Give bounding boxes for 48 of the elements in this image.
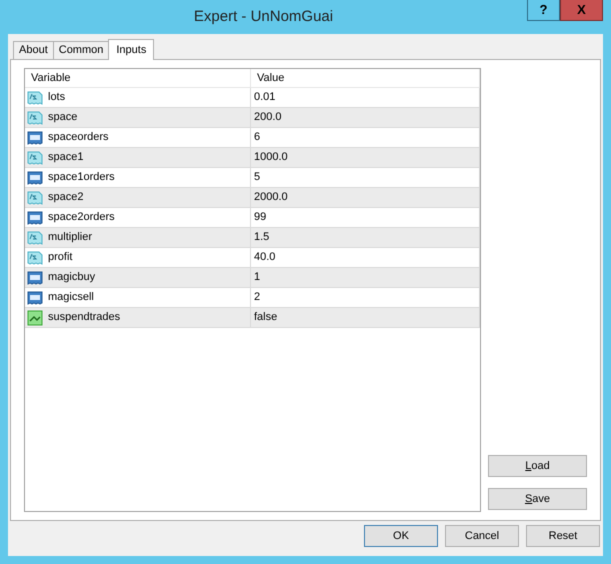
variable-value[interactable]: 2000.0 — [254, 189, 288, 206]
variable-value[interactable]: 6 — [254, 129, 260, 146]
column-header[interactable]: Variable — [25, 69, 251, 87]
variable-name: lots — [48, 90, 66, 106]
dialog-button[interactable]: Reset — [526, 525, 600, 547]
variable-value[interactable]: 40.0 — [254, 249, 276, 266]
variable-value[interactable]: 1.5 — [254, 229, 270, 246]
side-button[interactable]: Load — [488, 455, 587, 477]
fraction-type-icon — [27, 230, 43, 246]
variable-name: space — [48, 110, 78, 126]
close-button[interactable]: X — [560, 0, 603, 21]
variable-value[interactable]: 5 — [254, 169, 260, 186]
variable-name: spaceorders — [48, 130, 109, 146]
integer-type-icon — [27, 170, 43, 186]
variable-name: suspendtrades — [48, 310, 120, 326]
variable-name: space1orders — [48, 170, 115, 186]
fraction-type-icon — [27, 90, 43, 106]
variable-name: multiplier — [48, 230, 92, 246]
dialog-button[interactable]: Cancel — [445, 525, 519, 547]
column-header[interactable]: Value — [251, 69, 480, 87]
chart-line-type-icon — [27, 310, 43, 326]
fraction-type-icon — [27, 250, 43, 266]
window-title: Expert - UnNomGuai — [192, 7, 334, 27]
integer-type-icon — [27, 270, 43, 286]
help-button[interactable]: ? — [527, 0, 560, 21]
variable-name: space2 — [48, 190, 84, 206]
integer-type-icon — [27, 130, 43, 146]
fraction-type-icon — [27, 190, 43, 206]
variable-value[interactable]: 2 — [254, 289, 260, 306]
integer-type-icon — [27, 290, 43, 306]
side-button[interactable]: Save — [488, 488, 587, 510]
variable-name: space1 — [48, 150, 84, 166]
fraction-type-icon — [27, 110, 43, 126]
variable-value[interactable]: 0.01 — [254, 89, 276, 106]
variable-value[interactable]: 200.0 — [254, 109, 282, 126]
integer-type-icon — [27, 210, 43, 226]
variable-value[interactable]: 99 — [254, 209, 266, 226]
variable-value[interactable]: false — [254, 309, 278, 326]
variable-name: profit — [48, 250, 72, 266]
tab[interactable]: About — [13, 41, 54, 59]
variable-name: space2orders — [48, 210, 115, 226]
tab[interactable]: Inputs — [108, 39, 154, 60]
variable-name: magicsell — [48, 290, 94, 306]
fraction-type-icon — [27, 150, 43, 166]
variable-value[interactable]: 1000.0 — [254, 149, 288, 166]
variable-value[interactable]: 1 — [254, 269, 260, 286]
dialog-button[interactable]: OK — [364, 525, 438, 547]
variable-name: magicbuy — [48, 270, 96, 286]
